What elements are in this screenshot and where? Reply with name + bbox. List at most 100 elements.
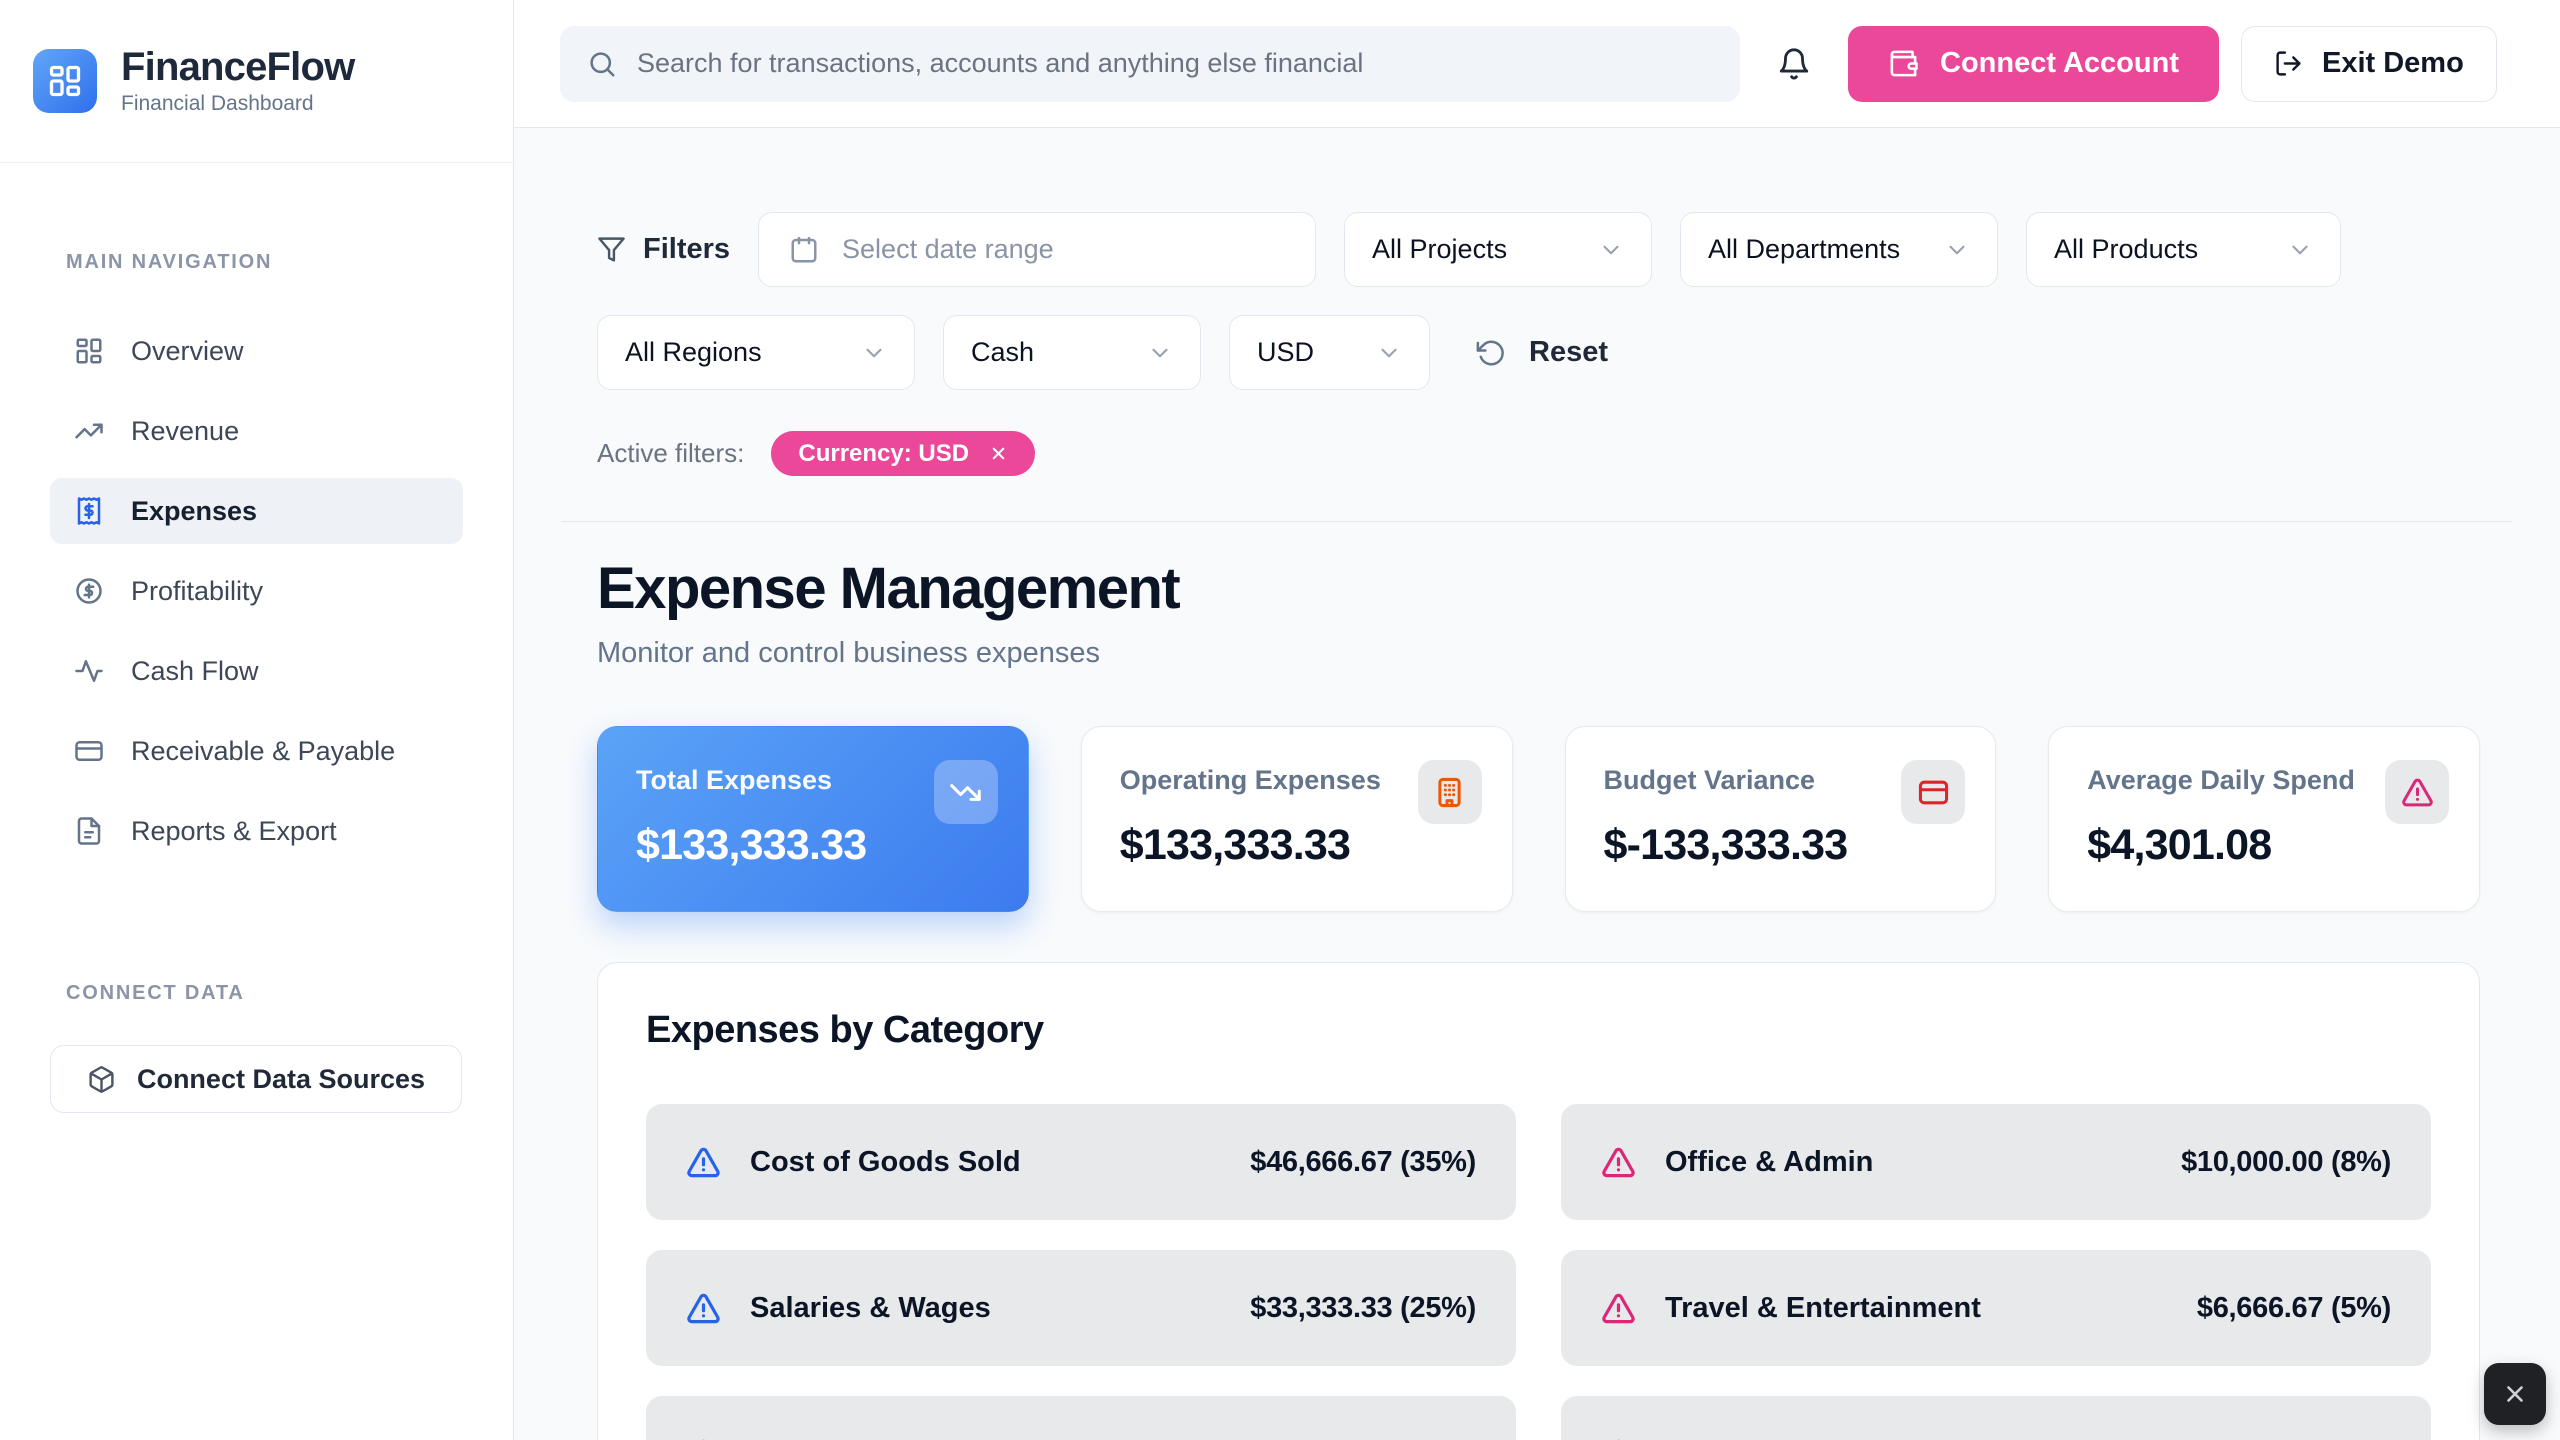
chevron-down-icon bbox=[2267, 237, 2313, 263]
chevron-down-icon bbox=[841, 340, 887, 366]
products-select-value: All Products bbox=[2054, 234, 2198, 265]
alert-triangle-icon bbox=[686, 1437, 721, 1440]
connect-account-label: Connect Account bbox=[1940, 47, 2179, 80]
building-icon bbox=[1418, 760, 1482, 824]
trending-up-icon bbox=[74, 416, 104, 446]
payment-method-select-value: Cash bbox=[971, 337, 1034, 368]
sidebar-item-reports-export[interactable]: Reports & Export bbox=[50, 798, 463, 864]
connect-data-sources-button[interactable]: Connect Data Sources bbox=[50, 1045, 462, 1113]
trending-down-icon bbox=[934, 760, 998, 824]
connect-account-button[interactable]: Connect Account bbox=[1848, 26, 2219, 102]
chevron-down-icon bbox=[1578, 237, 1624, 263]
alert-triangle-icon bbox=[1601, 1145, 1636, 1180]
package-icon bbox=[87, 1065, 116, 1094]
close-overlay-button[interactable] bbox=[2484, 1363, 2546, 1425]
bell-icon bbox=[1777, 47, 1811, 81]
chevron-down-icon bbox=[1924, 237, 1970, 263]
alert-triangle-icon bbox=[1601, 1291, 1636, 1326]
log-out-icon bbox=[2274, 49, 2303, 78]
exit-demo-label: Exit Demo bbox=[2322, 47, 2464, 80]
sidebar-item-label: Reports & Export bbox=[131, 816, 337, 847]
layout-dashboard-icon bbox=[47, 63, 83, 99]
category-row-professional-services: Professional Services $3,333.33 (3%) bbox=[1561, 1396, 2431, 1440]
sidebar-item-label: Cash Flow bbox=[131, 656, 259, 687]
page-title: Expense Management bbox=[597, 555, 2512, 622]
payment-method-select[interactable]: Cash bbox=[943, 315, 1201, 390]
brand-name: FinanceFlow bbox=[121, 46, 354, 88]
category-value: $6,666.67 (5%) bbox=[2197, 1292, 2391, 1325]
category-row-marketing: Marketing $20,000.00 (15%) bbox=[646, 1396, 1516, 1440]
rotate-ccw-icon bbox=[1476, 338, 1506, 368]
filters-row-1: Filters Select date range All Projects A… bbox=[597, 212, 2512, 287]
wallet-icon bbox=[1888, 48, 1919, 79]
sidebar-item-label: Profitability bbox=[131, 576, 263, 607]
filters-row-2: All Regions Cash USD Reset bbox=[597, 315, 2512, 390]
stat-card-operating-expenses[interactable]: Operating Expenses $133,333.33 bbox=[1081, 726, 1513, 912]
currency-select-value: USD bbox=[1257, 337, 1314, 368]
category-row-salaries-wages: Salaries & Wages $33,333.33 (25%) bbox=[646, 1250, 1516, 1366]
category-row-cost-of-goods-sold: Cost of Goods Sold $46,666.67 (35%) bbox=[646, 1104, 1516, 1220]
connect-data-section: CONNECT DATA Connect Data Sources bbox=[0, 982, 512, 1113]
sidebar-item-label: Overview bbox=[131, 336, 244, 367]
credit-card-icon bbox=[74, 736, 104, 766]
main-navigation: Overview Revenue Expenses Profitability … bbox=[0, 318, 513, 864]
stat-cards: Total Expenses $133,333.33 Operating Exp… bbox=[597, 726, 2480, 912]
search-icon bbox=[587, 49, 617, 79]
departments-select-value: All Departments bbox=[1708, 234, 1900, 265]
sidebar-section-connect-data: CONNECT DATA bbox=[66, 982, 462, 1005]
products-select[interactable]: All Products bbox=[2026, 212, 2341, 287]
activity-icon bbox=[74, 656, 104, 686]
section-divider bbox=[561, 521, 2512, 522]
stat-card-budget-variance[interactable]: Budget Variance $-133,333.33 bbox=[1565, 726, 1997, 912]
category-label: Office & Admin bbox=[1665, 1146, 2152, 1179]
sidebar-item-receivable-payable[interactable]: Receivable & Payable bbox=[50, 718, 463, 784]
search-box bbox=[560, 26, 1740, 102]
sidebar-item-label: Receivable & Payable bbox=[131, 736, 395, 767]
departments-select[interactable]: All Departments bbox=[1680, 212, 1998, 287]
category-grid: Cost of Goods Sold $46,666.67 (35%) Offi… bbox=[646, 1104, 2431, 1440]
filters-title: Filters bbox=[597, 233, 730, 266]
file-text-icon bbox=[74, 816, 104, 846]
alert-triangle-icon bbox=[2385, 760, 2449, 824]
currency-chip-label: Currency: USD bbox=[798, 440, 969, 468]
reset-filters-button[interactable]: Reset bbox=[1476, 336, 1608, 369]
sidebar-item-cash-flow[interactable]: Cash Flow bbox=[50, 638, 463, 704]
stat-card-total-expenses[interactable]: Total Expenses $133,333.33 bbox=[597, 726, 1029, 912]
projects-select[interactable]: All Projects bbox=[1344, 212, 1652, 287]
reset-label: Reset bbox=[1529, 336, 1608, 369]
date-range-input[interactable]: Select date range bbox=[758, 212, 1316, 287]
stat-value: $4,301.08 bbox=[2087, 821, 2441, 870]
exit-demo-button[interactable]: Exit Demo bbox=[2241, 26, 2497, 102]
sidebar-item-revenue[interactable]: Revenue bbox=[50, 398, 463, 464]
receipt-icon bbox=[74, 496, 104, 526]
active-filters-label: Active filters: bbox=[597, 438, 744, 469]
category-row-office-admin: Office & Admin $10,000.00 (8%) bbox=[1561, 1104, 2431, 1220]
category-value: $46,666.67 (35%) bbox=[1250, 1146, 1476, 1179]
stat-value: $-133,333.33 bbox=[1604, 821, 1958, 870]
alert-triangle-icon bbox=[1601, 1437, 1636, 1440]
category-row-travel-entertainment: Travel & Entertainment $6,666.67 (5%) bbox=[1561, 1250, 2431, 1366]
topbar: Connect Account Exit Demo bbox=[514, 0, 2560, 128]
sidebar: FinanceFlow Financial Dashboard MAIN NAV… bbox=[0, 0, 514, 1440]
chevron-down-icon bbox=[1127, 340, 1173, 366]
search-input[interactable] bbox=[637, 48, 1713, 79]
brand-logo-block: FinanceFlow Financial Dashboard bbox=[0, 0, 513, 163]
currency-filter-chip[interactable]: Currency: USD bbox=[771, 431, 1035, 476]
brand-logo bbox=[33, 49, 97, 113]
sidebar-item-profitability[interactable]: Profitability bbox=[50, 558, 463, 624]
stat-card-average-daily-spend[interactable]: Average Daily Spend $4,301.08 bbox=[2048, 726, 2480, 912]
category-value: $33,333.33 (25%) bbox=[1250, 1292, 1476, 1325]
connect-data-sources-label: Connect Data Sources bbox=[137, 1064, 425, 1095]
close-icon[interactable] bbox=[989, 444, 1008, 463]
brand-tagline: Financial Dashboard bbox=[121, 92, 354, 116]
currency-select[interactable]: USD bbox=[1229, 315, 1430, 390]
sidebar-item-overview[interactable]: Overview bbox=[50, 318, 463, 384]
filter-funnel-icon bbox=[597, 235, 626, 264]
sidebar-item-label: Expenses bbox=[131, 496, 257, 527]
category-label: Cost of Goods Sold bbox=[750, 1146, 1221, 1179]
regions-select[interactable]: All Regions bbox=[597, 315, 915, 390]
notifications-button[interactable] bbox=[1772, 34, 1816, 94]
sidebar-item-label: Revenue bbox=[131, 416, 239, 447]
filters-title-label: Filters bbox=[643, 233, 730, 266]
sidebar-item-expenses[interactable]: Expenses bbox=[50, 478, 463, 544]
